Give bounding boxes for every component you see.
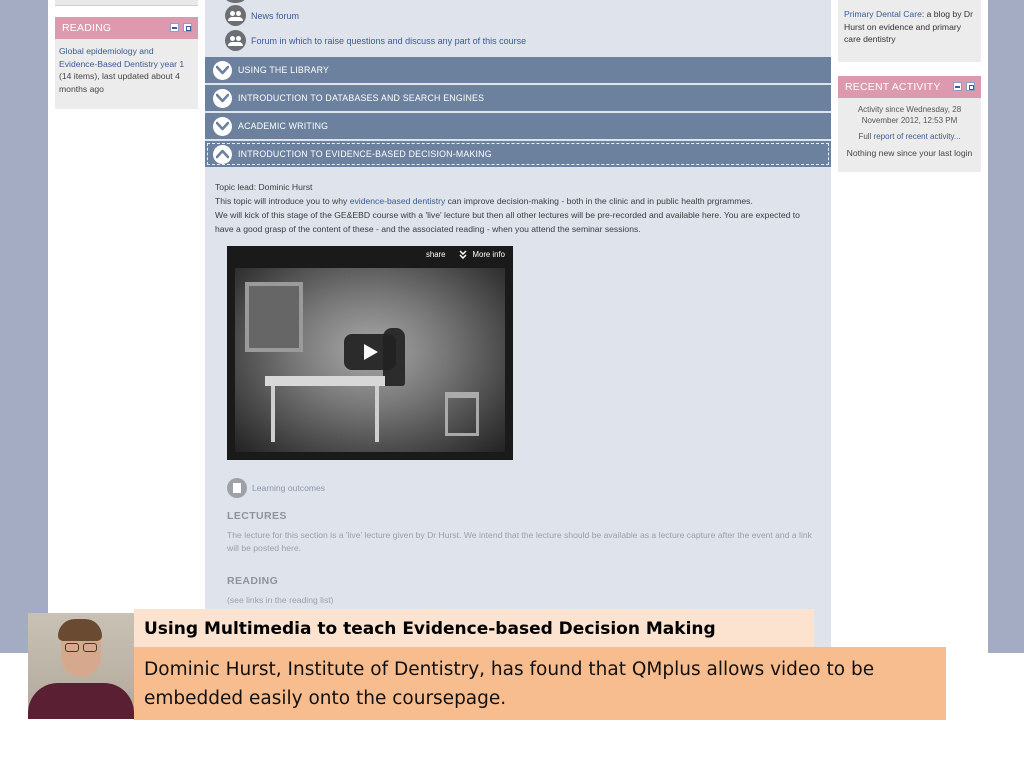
full-report: Full report of recent activity... [842, 131, 977, 142]
play-icon[interactable] [344, 334, 396, 370]
reading-block-title: READING [62, 22, 112, 34]
more-info-button[interactable]: More info [459, 250, 505, 259]
caption-body: Dominic Hurst, Institute of Dentistry, h… [134, 647, 946, 720]
reading-block-header: READING [55, 17, 198, 39]
chevron-up-icon [213, 144, 232, 164]
topic-plan: We will kick of this stage of the GE&EBD… [215, 210, 800, 234]
lectures-text: The lecture for this section is a 'live'… [227, 530, 812, 553]
evidence-based-dentistry-link[interactable]: evidence-based dentistry [350, 196, 446, 206]
forum-icon [225, 0, 246, 3]
topic-description: Topic lead: Dominic Hurst This topic wil… [215, 180, 815, 236]
discussion-forum-row[interactable]: Forum in which to raise questions and di… [225, 30, 526, 51]
learning-outcomes-link[interactable]: Learning outcomes [252, 483, 325, 493]
full-report-prefix: Full [858, 132, 874, 141]
collapse-icon[interactable] [170, 23, 179, 32]
collapse-icon[interactable] [953, 82, 962, 91]
course-content: News forum Forum in which to raise quest… [205, 0, 831, 653]
presenter-photo [28, 613, 134, 719]
section-using-the-library[interactable]: USING THE LIBRARY [205, 57, 831, 83]
activity-since: Activity since Wednesday, 28 November 20… [857, 105, 962, 125]
reading-heading: READING [227, 575, 279, 587]
forum-icon [225, 30, 246, 51]
topic-lead: Topic lead: Dominic Hurst [215, 182, 313, 192]
topic-intro-text: This topic will introduce you to why [215, 196, 350, 206]
section-title: INTRODUCTION TO DATABASES AND SEARCH ENG… [238, 93, 485, 103]
full-report-link[interactable]: report of recent activity... [874, 132, 961, 141]
chevron-down-icon [213, 60, 232, 80]
reading-list-meta: (14 items), last updated about 4 months … [59, 71, 180, 94]
learning-outcomes-row[interactable]: Learning outcomes [227, 478, 325, 498]
section-title: INTRODUCTION TO EVIDENCE-BASED DECISION-… [238, 149, 492, 159]
forum-icon [225, 5, 246, 26]
caption-title: Using Multimedia to teach Evidence-based… [134, 609, 814, 647]
recent-activity-title: RECENT ACTIVITY [845, 81, 941, 93]
share-button[interactable]: share [426, 250, 446, 259]
dock-icon[interactable] [966, 82, 975, 91]
nothing-new-text: Nothing new since your last login [846, 148, 973, 158]
discussion-forum-link[interactable]: Forum in which to raise questions and di… [251, 36, 526, 46]
previous-block-stub [55, 0, 198, 6]
more-info-label: More info [472, 250, 505, 259]
blog-block: Primary Dental Care: a blog by Dr Hurst … [838, 0, 981, 62]
section-academic-writing[interactable]: ACADEMIC WRITING [205, 113, 831, 139]
dock-icon[interactable] [183, 23, 192, 32]
news-forum-link[interactable]: News forum [251, 11, 299, 21]
document-icon [227, 478, 247, 498]
blog-link[interactable]: Primary Dental Care [844, 9, 922, 19]
chevron-down-icon [459, 250, 468, 259]
recent-activity-block: RECENT ACTIVITY Activity since Wednesday… [838, 76, 981, 172]
embedded-video-player[interactable]: share More info [227, 246, 513, 460]
chevron-down-icon [213, 88, 232, 108]
section-title: USING THE LIBRARY [238, 65, 330, 75]
reading-block: READING Global epidemiology and Evidence… [55, 17, 198, 109]
topic-intro-text-end: can improve decision-making - both in th… [445, 196, 753, 206]
news-forum-row[interactable]: News forum [225, 5, 299, 26]
section-title: ACADEMIC WRITING [238, 121, 329, 131]
recent-activity-header: RECENT ACTIVITY [838, 76, 981, 98]
reading-text: (see links in the reading list) [227, 595, 334, 605]
section-evidence-based-decision-making[interactable]: INTRODUCTION TO EVIDENCE-BASED DECISION-… [205, 141, 831, 167]
reading-list-link[interactable]: Global epidemiology and Evidence-Based D… [59, 46, 184, 69]
section-databases-and-search-engines[interactable]: INTRODUCTION TO DATABASES AND SEARCH ENG… [205, 85, 831, 111]
lectures-heading: LECTURES [227, 510, 287, 522]
chevron-down-icon [213, 116, 232, 136]
